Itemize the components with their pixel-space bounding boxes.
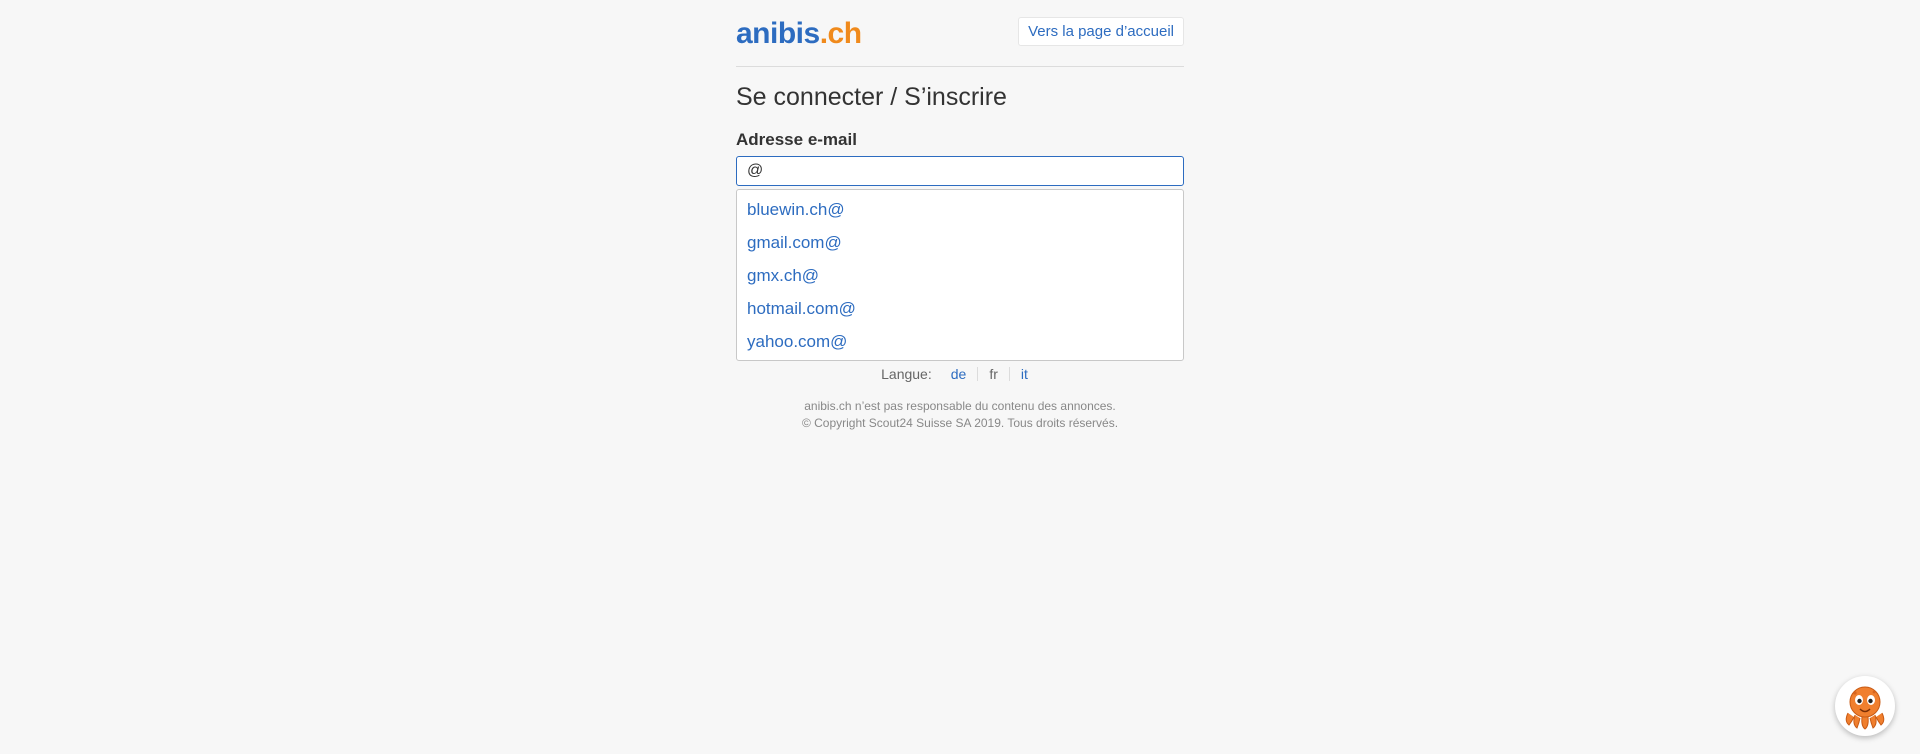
- language-switcher: Langue: de fr it: [736, 364, 1184, 384]
- disclaimer-text: anibis.ch n’est pas responsable du conte…: [804, 399, 1116, 413]
- language-label: Langue:: [881, 366, 932, 382]
- suggestion-item[interactable]: gmx.ch@: [737, 259, 1183, 292]
- anibis-logo[interactable]: anibis.ch: [736, 15, 862, 51]
- logo-tld: .ch: [819, 17, 862, 50]
- email-suggestions-dropdown: bluewin.ch@ gmail.com@ gmx.ch@ hotmail.c…: [736, 189, 1184, 361]
- logo-brand: anibis: [736, 17, 820, 50]
- lang-de-link[interactable]: de: [940, 367, 978, 381]
- header: anibis.ch Vers la page d’accueil: [736, 0, 1184, 67]
- login-page: anibis.ch Vers la page d’accueil Se conn…: [0, 0, 1920, 754]
- suggestion-item[interactable]: yahoo.com@: [737, 325, 1183, 358]
- email-field[interactable]: [736, 156, 1184, 186]
- octopus-icon-graphic: [1845, 686, 1885, 730]
- suggestion-item[interactable]: gmail.com@: [737, 226, 1183, 259]
- lang-fr-current: fr: [977, 367, 1009, 381]
- lang-it-link[interactable]: it: [1008, 367, 1039, 381]
- main-container: anibis.ch Vers la page d’accueil Se conn…: [736, 0, 1184, 432]
- copyright-text: © Copyright Scout24 Suisse SA 2019. Tous…: [801, 416, 1119, 430]
- octopus-mascot-icon[interactable]: [1835, 676, 1895, 736]
- footer: anibis.ch n’est pas responsable du conte…: [736, 398, 1184, 432]
- email-label: Adresse e-mail: [736, 130, 857, 149]
- suggestion-item[interactable]: hotmail.com@: [737, 292, 1183, 325]
- page-title: Se connecter / S’inscrire: [736, 83, 1007, 111]
- home-page-link[interactable]: Vers la page d’accueil: [1018, 16, 1184, 46]
- suggestion-item[interactable]: bluewin.ch@: [737, 193, 1183, 226]
